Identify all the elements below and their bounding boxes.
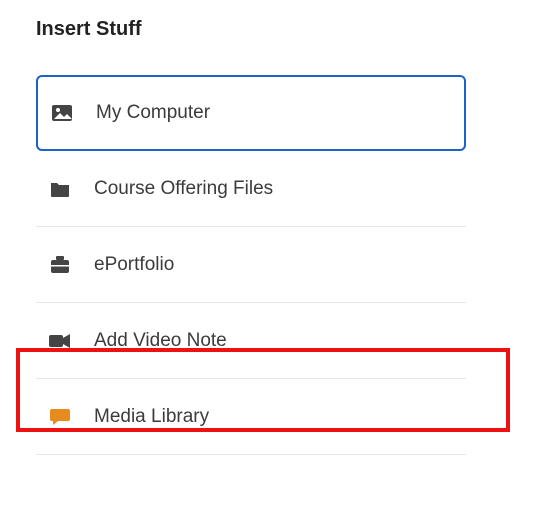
item-media-library[interactable]: Media Library [36,379,466,455]
item-label: ePortfolio [94,254,174,276]
chat-icon [48,408,72,426]
item-label: Add Video Note [94,330,227,352]
source-list: My Computer Course Offering Files ePortf… [36,75,466,455]
item-course-offering-files[interactable]: Course Offering Files [36,151,466,227]
dialog-title: Insert Stuff [36,18,532,41]
folder-icon [48,181,72,197]
item-label: My Computer [96,102,210,124]
item-label: Media Library [94,406,209,428]
image-icon [50,105,74,121]
item-add-video-note[interactable]: Add Video Note [36,303,466,379]
item-my-computer[interactable]: My Computer [36,75,466,151]
item-eportfolio[interactable]: ePortfolio [36,227,466,303]
video-icon [48,334,72,348]
briefcase-icon [48,256,72,274]
item-label: Course Offering Files [94,178,273,200]
